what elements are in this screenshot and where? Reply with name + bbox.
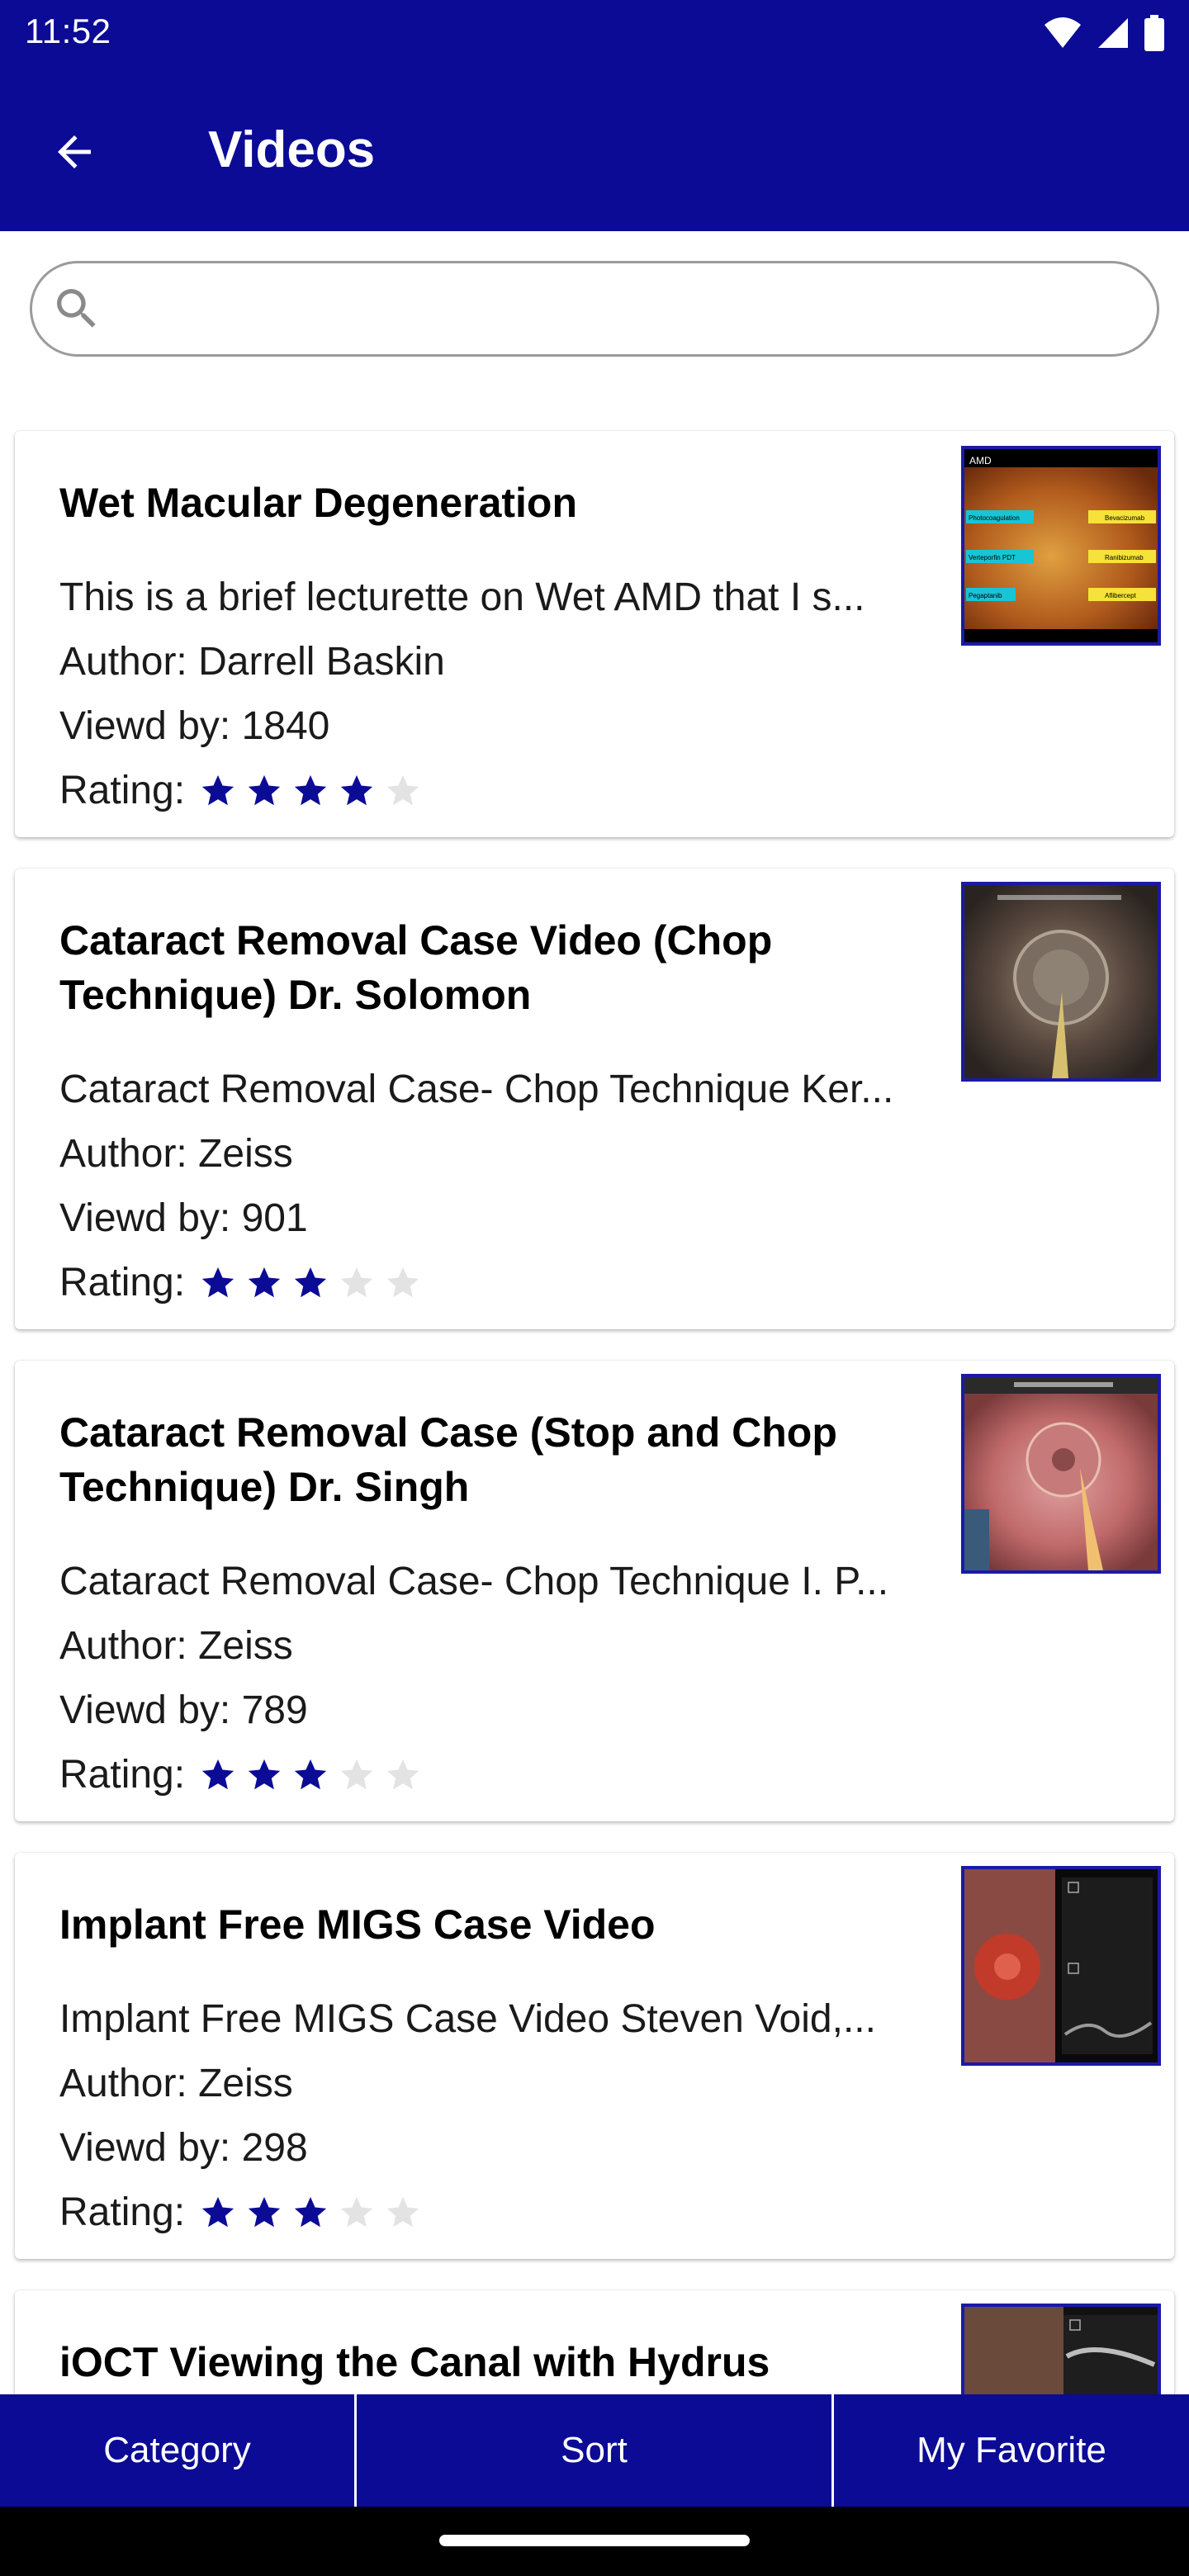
- app-screen: 11:52 Videos Wet Macular Degeneration Th…: [0, 0, 1189, 2576]
- star-icon: [340, 1759, 373, 1790]
- svg-text:Ranibizumab: Ranibizumab: [1105, 554, 1144, 561]
- video-list[interactable]: Wet Macular Degeneration This is a brief…: [0, 429, 1189, 2394]
- home-gesture-handle[interactable]: [439, 2535, 750, 2546]
- video-title: Cataract Removal Case (Stop and Chop Tec…: [59, 1409, 837, 1510]
- video-views: Viewd by: 789: [59, 1688, 308, 1732]
- bottom-tab-bar: Category Sort My Favorite: [0, 2394, 1189, 2507]
- video-description: This is a brief lecturette on Wet AMD th…: [59, 575, 865, 619]
- video-thumbnail[interactable]: [961, 882, 1161, 1082]
- svg-text:AMD: AMD: [969, 455, 992, 466]
- video-thumbnail[interactable]: [961, 1374, 1161, 1574]
- rating-stars: [198, 772, 423, 810]
- star-icon: [340, 1267, 373, 1298]
- thumbnail-image: [964, 2307, 1158, 2394]
- svg-text:Aflibercept: Aflibercept: [1105, 592, 1137, 599]
- star-icon: [201, 1759, 234, 1790]
- video-views: Viewd by: 1840: [59, 704, 330, 748]
- rating-stars: [198, 1264, 423, 1302]
- video-author: Author: Zeiss: [59, 1624, 293, 1668]
- video-views: Viewd by: 298: [59, 2126, 308, 2170]
- star-icon: [248, 774, 281, 806]
- video-author: Author: Darrell Baskin: [59, 640, 445, 684]
- status-time: 11:52: [25, 12, 111, 50]
- rating-label: Rating:: [59, 1261, 186, 1305]
- video-description: Cataract Removal Case- Chop Technique I.…: [59, 1560, 889, 1603]
- battery-icon: [1144, 15, 1164, 51]
- video-card[interactable]: Cataract Removal Case Video (Chop Techni…: [15, 869, 1174, 1329]
- star-icon: [201, 1267, 234, 1298]
- video-description: Cataract Removal Case- Chop Technique Ke…: [59, 1068, 894, 1111]
- star-icon: [201, 774, 234, 806]
- thumbnail-image: [964, 1377, 1158, 1570]
- search-input[interactable]: [103, 263, 1157, 354]
- rating-stars: [198, 2194, 423, 2232]
- video-card[interactable]: iOCT Viewing the Canal with Hydrus: [15, 2290, 1174, 2394]
- star-icon: [248, 1759, 281, 1790]
- star-icon: [294, 2196, 327, 2228]
- video-author: Author: Zeiss: [59, 1132, 293, 1176]
- video-title: Implant Free MIGS Case Video: [59, 1901, 656, 1948]
- star-icon: [248, 2196, 281, 2228]
- page-title: Videos: [208, 121, 376, 178]
- back-button[interactable]: [41, 119, 107, 185]
- thumbnail-image: [964, 1869, 1158, 2062]
- star-icon: [386, 1759, 419, 1790]
- thumbnail-image: AMD Photocoagulation Verteporfin PDT Peg…: [964, 449, 1158, 642]
- rating-stars: [198, 1756, 423, 1794]
- video-card[interactable]: Implant Free MIGS Case Video Implant Fre…: [15, 1853, 1174, 2259]
- video-author: Author: Zeiss: [59, 2062, 293, 2105]
- video-rating: Rating:: [59, 1258, 968, 1308]
- video-description: Implant Free MIGS Case Video Steven Void…: [59, 1997, 876, 2041]
- video-card[interactable]: Wet Macular Degeneration This is a brief…: [15, 431, 1174, 837]
- tab-my-favorite[interactable]: My Favorite: [834, 2394, 1189, 2507]
- thumbnail-image: [964, 885, 1158, 1078]
- star-icon: [294, 1267, 327, 1298]
- video-title: Wet Macular Degeneration: [59, 480, 578, 526]
- star-icon: [340, 774, 373, 806]
- svg-text:Pegaptanib: Pegaptanib: [969, 592, 1002, 599]
- signal-icon: [1098, 18, 1128, 48]
- system-nav-bar: [0, 2507, 1189, 2576]
- app-bar: Videos: [0, 71, 1189, 231]
- video-thumbnail[interactable]: [961, 2304, 1161, 2394]
- video-rating: Rating:: [59, 766, 968, 816]
- search-icon: [57, 289, 96, 328]
- tab-category[interactable]: Category: [0, 2394, 357, 2507]
- status-bar: 11:52: [0, 0, 1189, 71]
- wifi-icon: [1045, 17, 1081, 48]
- rating-label: Rating:: [59, 769, 186, 812]
- star-icon: [386, 2196, 419, 2228]
- video-title: Cataract Removal Case Video (Chop Techni…: [59, 917, 773, 1018]
- svg-text:Bevacizumab: Bevacizumab: [1105, 514, 1145, 522]
- video-card[interactable]: Cataract Removal Case (Stop and Chop Tec…: [15, 1361, 1174, 1821]
- video-rating: Rating:: [59, 2188, 968, 2237]
- star-icon: [386, 774, 419, 806]
- svg-text:Photocoagulation: Photocoagulation: [969, 514, 1020, 522]
- video-thumbnail[interactable]: [961, 1866, 1161, 2066]
- star-icon: [201, 2196, 234, 2228]
- video-thumbnail[interactable]: AMD Photocoagulation Verteporfin PDT Peg…: [961, 446, 1161, 646]
- star-icon: [386, 1267, 419, 1298]
- back-arrow-icon: [58, 135, 91, 168]
- search-bar[interactable]: [30, 261, 1159, 357]
- rating-label: Rating:: [59, 1753, 186, 1797]
- star-icon: [340, 2196, 373, 2228]
- video-title: iOCT Viewing the Canal with Hydrus: [59, 2339, 770, 2385]
- star-icon: [294, 1759, 327, 1790]
- video-rating: Rating:: [59, 1750, 968, 1800]
- star-icon: [248, 1267, 281, 1298]
- video-views: Viewd by: 901: [59, 1196, 308, 1240]
- star-icon: [294, 774, 327, 806]
- svg-text:Verteporfin PDT: Verteporfin PDT: [969, 554, 1016, 561]
- status-icons: [1044, 15, 1164, 51]
- rating-label: Rating:: [59, 2190, 186, 2234]
- tab-sort[interactable]: Sort: [357, 2394, 834, 2507]
